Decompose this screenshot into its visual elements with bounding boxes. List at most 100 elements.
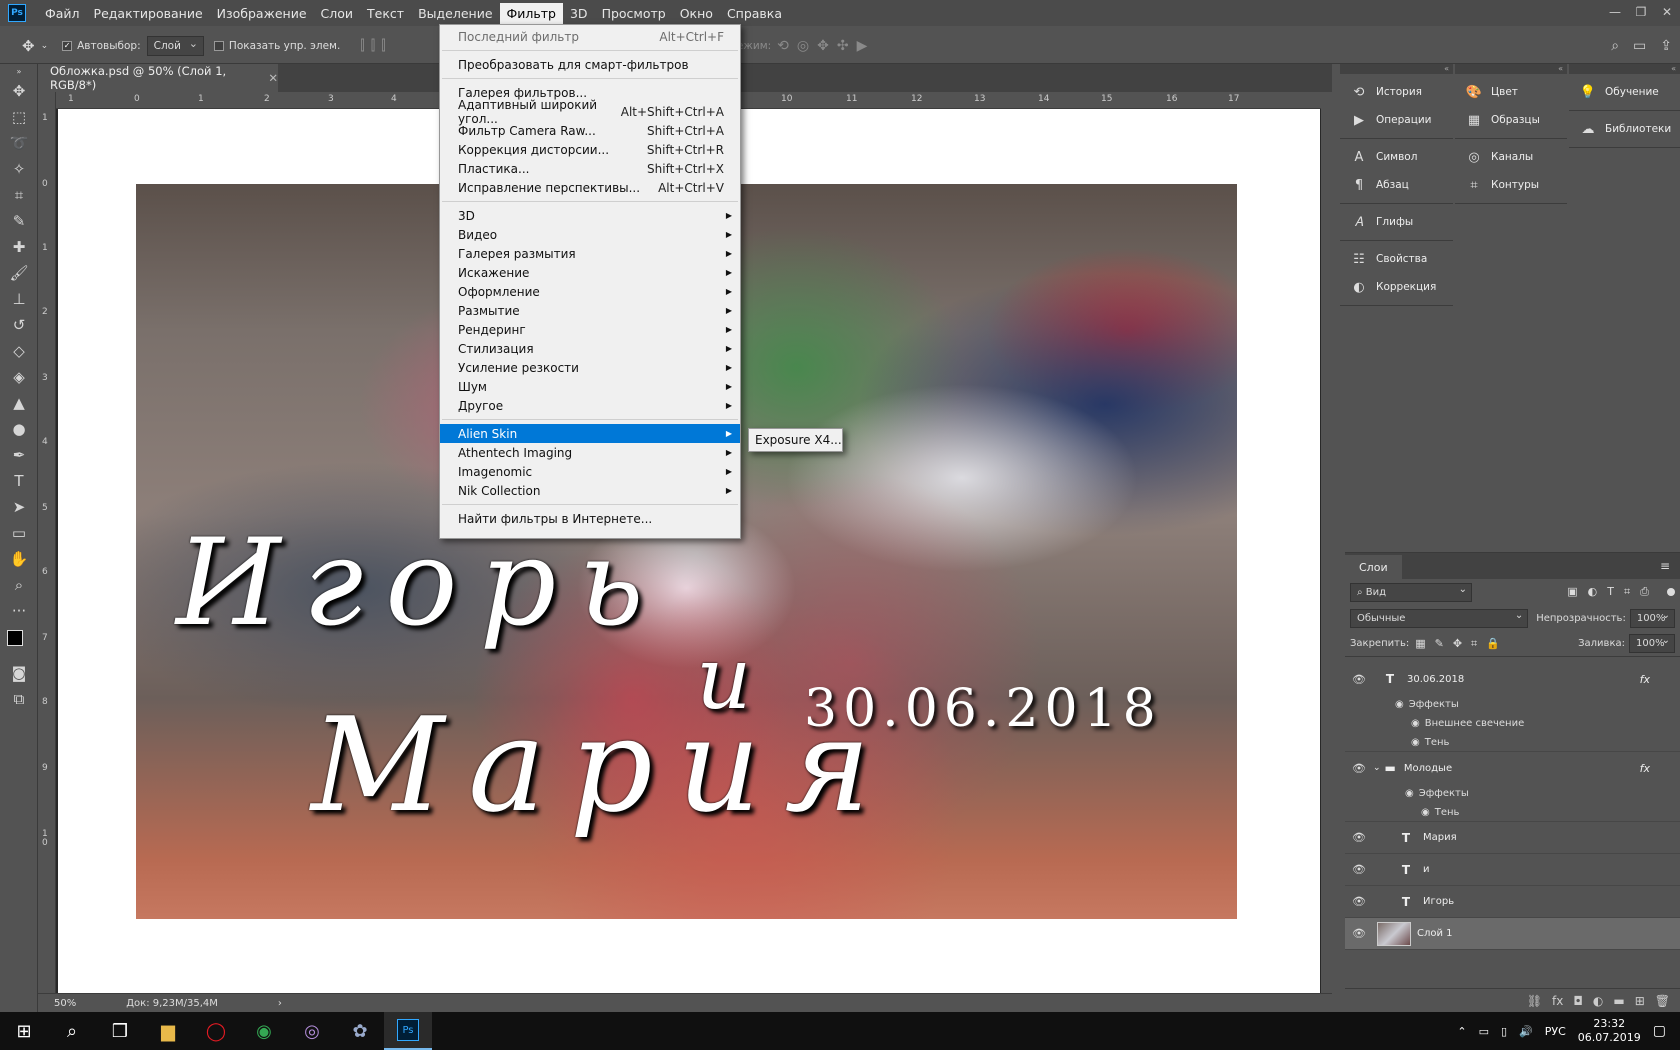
panel-item[interactable]: ◎ Каналы <box>1455 143 1567 171</box>
panel-item[interactable]: A Символ <box>1340 143 1453 171</box>
filter-menu-item[interactable]: Искажение ▶ <box>440 263 740 282</box>
eye-icon[interactable]: 👁 <box>1345 762 1373 775</box>
filter-menu-item[interactable]: Другое ▶ <box>440 396 740 415</box>
panel-item[interactable]: ¶ Абзац <box>1340 171 1453 199</box>
collapse-icon[interactable]: « <box>1455 64 1567 74</box>
eraser-tool-icon[interactable]: ◇ <box>0 338 38 364</box>
group-effects-row[interactable]: ◉ Эффекты <box>1345 784 1680 803</box>
layer-name[interactable]: и <box>1423 864 1430 875</box>
eye-icon[interactable]: 👁 <box>1345 863 1373 876</box>
brush-tool-icon[interactable]: 🖌 <box>0 260 38 286</box>
lasso-tool-icon[interactable]: ➰ <box>0 130 38 156</box>
show-controls-checkbox[interactable] <box>213 40 224 51</box>
path-select-icon[interactable]: ➤ <box>0 494 38 520</box>
tab-layers[interactable]: Слои <box>1345 555 1402 579</box>
effect-shadow[interactable]: ◉ Тень <box>1345 733 1680 752</box>
fx-icon[interactable]: fx <box>1552 994 1563 1008</box>
panel-item[interactable]: ⟲ История <box>1340 78 1453 106</box>
document-tab[interactable]: Обложка.psd @ 50% (Слой 1, RGB/8*) ✕ <box>38 64 278 92</box>
filter-menu-item[interactable]: Найти фильтры в Интернете... <box>440 509 740 528</box>
pen-tool-icon[interactable]: ✒ <box>0 442 38 468</box>
search-icon[interactable]: ⌕ <box>1611 38 1619 54</box>
blend-mode-dropdown[interactable]: Обычные <box>1350 608 1529 628</box>
group-effect-shadow[interactable]: ◉ Тень <box>1345 803 1680 822</box>
autoselect-dropdown[interactable]: Слой <box>146 35 204 56</box>
panel-menu-icon[interactable]: ≡ <box>1660 559 1670 573</box>
collapse-icon[interactable]: « <box>1569 64 1680 74</box>
restore-icon[interactable]: ❐ <box>1628 0 1654 24</box>
eye-icon[interactable]: 👁 <box>1345 895 1373 908</box>
filter-menu-item[interactable]: 3D ▶ <box>440 206 740 225</box>
eye-icon[interactable]: 👁 <box>1345 673 1373 686</box>
chevron-up-icon[interactable]: ⌃ <box>1457 1025 1466 1038</box>
crop-tool-icon[interactable]: ⌗ <box>0 182 38 208</box>
fill-input[interactable]: 100% <box>1629 634 1675 653</box>
paint-app-icon[interactable]: ✿ <box>336 1012 384 1050</box>
eye-icon[interactable]: ◉ <box>1405 788 1414 799</box>
magic-wand-icon[interactable]: ✧ <box>0 156 38 182</box>
panel-item[interactable]: 𝐴 Глифы <box>1340 208 1453 236</box>
layer-filter-icons[interactable]: ▣◐T⌗⎙ <box>1567 585 1659 599</box>
more-tools-icon[interactable]: ··· <box>0 598 38 624</box>
filter-menu-item[interactable]: Фильтр Camera Raw... Shift+Ctrl+A <box>440 121 740 140</box>
panel-item[interactable]: ◐ Коррекция <box>1340 273 1453 301</box>
filter-menu-item[interactable]: Размытие ▶ <box>440 301 740 320</box>
dodge-tool-icon[interactable]: ● <box>0 416 38 442</box>
effects-row[interactable]: ◉ Эффекты <box>1345 695 1680 714</box>
filter-menu-item[interactable]: Преобразовать для смарт-фильтров <box>440 55 740 74</box>
exposure-x4-item[interactable]: Exposure X4... <box>755 433 842 447</box>
lock-icons[interactable]: ▦✎✥⌗🔒 <box>1415 637 1509 651</box>
eye-icon[interactable]: ◉ <box>1395 699 1404 710</box>
mask-icon[interactable]: ◘ <box>1573 994 1583 1008</box>
notifications-icon[interactable]: ▢ <box>1653 1023 1666 1039</box>
paint-bucket-icon[interactable]: ◈ <box>0 364 38 390</box>
chevron-down-icon[interactable]: ⌄ <box>1373 763 1381 773</box>
eye-icon[interactable]: 👁 <box>1345 927 1373 940</box>
filter-menu-item[interactable]: Рендеринг ▶ <box>440 320 740 339</box>
blur-tool-icon[interactable]: ▲ <box>0 390 38 416</box>
layer-filter-dropdown[interactable]: ⌕ Вид <box>1350 582 1472 602</box>
menu-7[interactable]: 3D <box>563 3 595 24</box>
rectangle-tool-icon[interactable]: ▭ <box>0 520 38 546</box>
filter-menu-item[interactable]: Стилизация ▶ <box>440 339 740 358</box>
effect-outer-glow[interactable]: ◉ Внешнее свечение <box>1345 714 1680 733</box>
menu-4[interactable]: Текст <box>360 3 411 24</box>
toolbar-collapse-icon[interactable]: » <box>0 64 38 78</box>
close-icon[interactable]: ✕ <box>1654 0 1680 24</box>
align-icons[interactable]: ⫿⫿⫿ <box>360 38 391 54</box>
panel-item[interactable]: 💡 Обучение <box>1569 78 1680 106</box>
screen-mode-icon[interactable]: ⧉ <box>0 686 38 712</box>
new-group-icon[interactable]: ▬ <box>1613 994 1624 1008</box>
collapse-icon[interactable]: « <box>1340 64 1453 74</box>
opera-icon[interactable]: ◯ <box>192 1012 240 1050</box>
color-swatches[interactable] <box>0 624 38 660</box>
chevron-down-icon[interactable]: ⌄ <box>41 41 49 51</box>
move-tool-icon[interactable]: ✥ <box>0 78 38 104</box>
filter-menu-item[interactable]: Nik Collection ▶ <box>440 481 740 500</box>
file-explorer-icon[interactable]: ▆ <box>144 1012 192 1050</box>
menu-1[interactable]: Редактирование <box>87 3 210 24</box>
volume-icon[interactable]: 🔊 <box>1519 1025 1533 1038</box>
filter-menu-item[interactable]: Усиление резкости ▶ <box>440 358 740 377</box>
panel-item[interactable]: ▦ Образцы <box>1455 106 1567 134</box>
hand-tool-icon[interactable]: ✋ <box>0 546 38 572</box>
eyedropper-icon[interactable]: ✎ <box>0 208 38 234</box>
eye-icon[interactable]: ◉ <box>1411 737 1420 748</box>
menu-6[interactable]: Фильтр <box>499 2 563 24</box>
status-arrow-icon[interactable]: › <box>278 998 282 1009</box>
minimize-icon[interactable]: — <box>1602 0 1628 24</box>
autoselect-checkbox[interactable]: ✓ <box>62 40 73 51</box>
layer-igor[interactable]: 👁 T Игорь <box>1345 886 1680 918</box>
language-indicator[interactable]: РУС <box>1545 1025 1566 1038</box>
layer-name[interactable]: Игорь <box>1423 896 1454 907</box>
workspace-icon[interactable]: ▭ <box>1633 38 1646 54</box>
filter-menu-item[interactable]: Alien Skin ▶ <box>440 424 740 443</box>
panel-item[interactable]: ☷ Свойства <box>1340 245 1453 273</box>
link-icon[interactable]: ⛓ <box>1527 994 1542 1008</box>
filter-menu-item[interactable]: Athentech Imaging ▶ <box>440 443 740 462</box>
filter-menu-item[interactable]: Видео ▶ <box>440 225 740 244</box>
filter-menu-item[interactable]: Коррекция дисторсии... Shift+Ctrl+R <box>440 140 740 159</box>
panel-item[interactable]: ⌗ Контуры <box>1455 171 1567 199</box>
zoom-tool-icon[interactable]: ⌕ <box>0 572 38 598</box>
close-tab-icon[interactable]: ✕ <box>268 71 278 85</box>
